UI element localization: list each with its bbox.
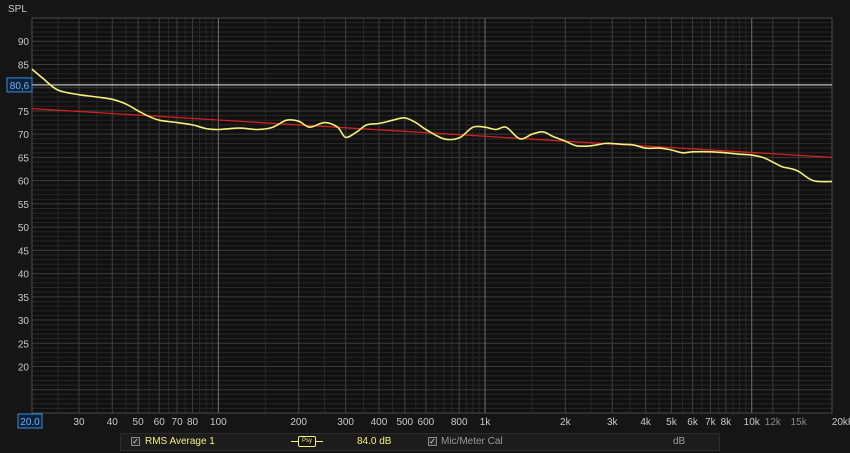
y-tick-label: 70 (18, 130, 30, 141)
plot-area (32, 18, 832, 413)
x-tick-label: 15k (791, 417, 808, 428)
x-tick-label: 800 (451, 417, 468, 428)
x-tick-label: 300 (337, 417, 354, 428)
x-tick-label: 2k (560, 417, 572, 428)
x-tick-label: 400 (371, 417, 388, 428)
y-tick-label: 60 (18, 177, 30, 188)
x-tick-label: 10k (744, 417, 761, 428)
mic-cal-checkbox[interactable]: ✓ (428, 437, 437, 446)
swatch-line-right (315, 441, 323, 442)
x-tick-label: 80 (187, 417, 199, 428)
psy-badge: Psy (298, 436, 316, 447)
y-tick-label: 85 (18, 60, 30, 71)
x-tick-label: 20.0 (20, 417, 40, 428)
x-tick-label: 200 (290, 417, 307, 428)
x-tick-label: 500 (396, 417, 413, 428)
x-tick-label: 7k (705, 417, 717, 428)
x-tick-label: 30 (73, 417, 85, 428)
y-tick-label: 30 (18, 316, 30, 327)
x-tick-label: 70 (172, 417, 184, 428)
x-tick-label: 8k (721, 417, 733, 428)
x-tick-label: 6k (687, 417, 699, 428)
x-tick-label: 12k (765, 417, 782, 428)
rms-average-checkbox[interactable]: ✓ (131, 437, 140, 446)
spl-chart[interactable]: SPL 90 85 75 70 65 60 55 50 45 40 35 30 25 20 20.0 30 40 5… (0, 0, 850, 433)
y-tick-label: 45 (18, 246, 30, 257)
mic-cal-label[interactable]: Mic/Meter Cal (441, 434, 503, 450)
y-tick-label: 65 (18, 153, 30, 164)
cursor-readout: 80,6 (10, 81, 30, 92)
y-tick-label: 25 (18, 339, 30, 350)
x-tick-label: 20kHz (832, 417, 850, 428)
x-tick-label: 60 (154, 417, 166, 428)
x-tick-label: 5k (666, 417, 678, 428)
x-tick-label: 40 (107, 417, 119, 428)
y-tick-label: 75 (18, 107, 30, 118)
x-tick-label: 600 (418, 417, 435, 428)
trace-name[interactable]: RMS Average 1 (145, 434, 215, 450)
x-tick-label: 1k (480, 417, 492, 428)
y-tick-label: 40 (18, 270, 30, 281)
y-axis-label: SPL (8, 4, 27, 15)
x-tick-label: 50 (133, 417, 145, 428)
y-tick-label: 90 (18, 37, 30, 48)
y-tick-label: 35 (18, 293, 30, 304)
y-tick-label: 50 (18, 223, 30, 234)
y-tick-label: 20 (18, 363, 30, 374)
trace-level: 84.0 dB (357, 436, 392, 447)
unit-label: dB (673, 436, 686, 447)
legend-bar: ✓ RMS Average 1 Psy 84.0 dB ✓ Mic/Meter … (120, 433, 720, 451)
x-tick-label: 3k (607, 417, 619, 428)
x-tick-label: 100 (210, 417, 227, 428)
trace-style-swatch[interactable]: Psy (291, 436, 323, 448)
y-tick-label: 55 (18, 200, 30, 211)
x-tick-label: 4k (640, 417, 652, 428)
